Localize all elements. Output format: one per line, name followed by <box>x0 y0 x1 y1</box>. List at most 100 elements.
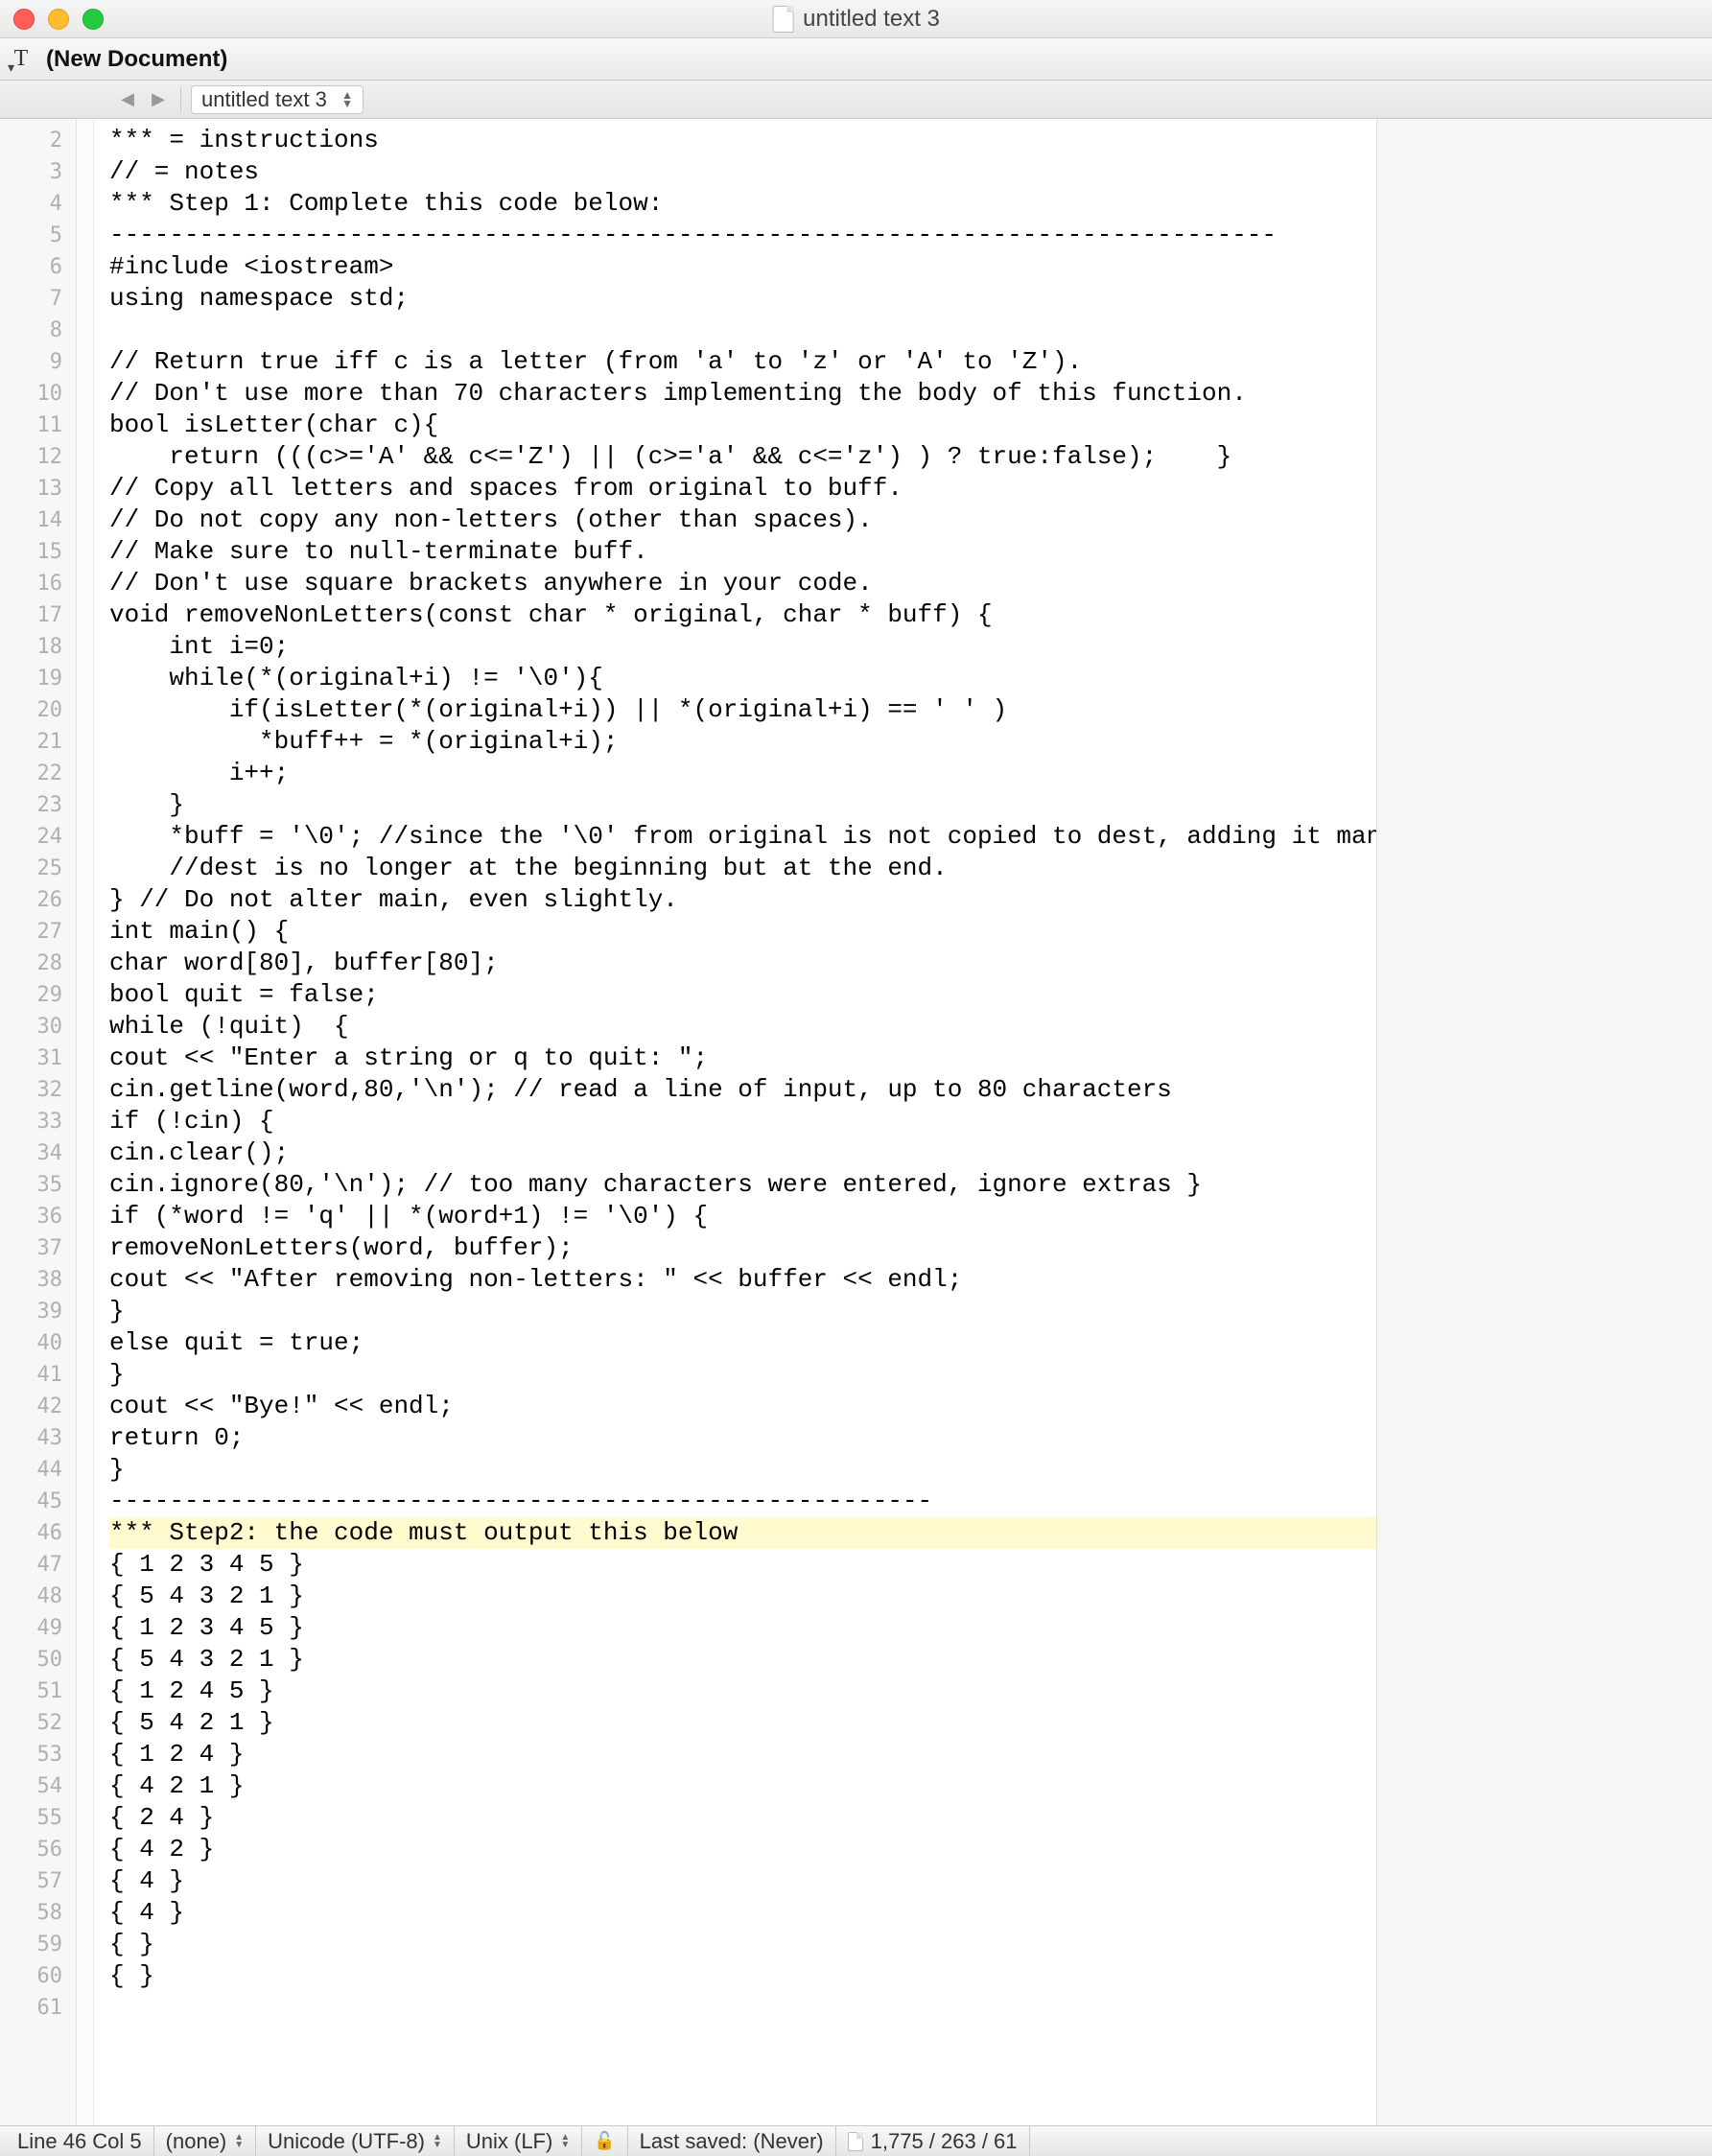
code-line[interactable]: } <box>109 1296 1376 1327</box>
code-line[interactable]: bool isLetter(char c){ <box>109 410 1376 441</box>
code-line[interactable]: { 1 2 3 4 5 } <box>109 1549 1376 1581</box>
code-line[interactable]: while(*(original+i) != '\0'){ <box>109 663 1376 694</box>
line-number: 5 <box>0 220 76 251</box>
code-line[interactable]: //dest is no longer at the beginning but… <box>109 853 1376 884</box>
code-line[interactable]: removeNonLetters(word, buffer); <box>109 1232 1376 1264</box>
line-number: 60 <box>0 1960 76 1992</box>
code-line[interactable]: int i=0; <box>109 631 1376 663</box>
code-line[interactable]: cout << "Bye!" << endl; <box>109 1391 1376 1422</box>
code-line[interactable]: ----------------------------------------… <box>109 220 1376 251</box>
line-number: 55 <box>0 1802 76 1834</box>
line-number: 16 <box>0 568 76 599</box>
code-line[interactable]: // Don't use more than 70 characters imp… <box>109 378 1376 410</box>
code-line[interactable]: return 0; <box>109 1422 1376 1454</box>
code-line[interactable]: // Make sure to null-terminate buff. <box>109 536 1376 568</box>
line-number: 48 <box>0 1581 76 1612</box>
code-line[interactable]: if (!cin) { <box>109 1106 1376 1137</box>
code-line[interactable]: cout << "After removing non-letters: " <… <box>109 1264 1376 1296</box>
code-line[interactable]: // = notes <box>109 156 1376 188</box>
code-line[interactable]: if (*word != 'q' || *(word+1) != '\0') { <box>109 1201 1376 1232</box>
code-line[interactable]: *buff++ = *(original+i); <box>109 726 1376 758</box>
code-line[interactable]: *buff = '\0'; //since the '\0' from orig… <box>109 821 1376 853</box>
divider <box>180 87 181 112</box>
code-line[interactable]: i++; <box>109 758 1376 789</box>
line-number: 54 <box>0 1770 76 1802</box>
line-number: 56 <box>0 1834 76 1865</box>
line-number: 7 <box>0 283 76 315</box>
code-line[interactable]: // Do not copy any non-letters (other th… <box>109 504 1376 536</box>
code-line[interactable]: { 4 2 } <box>109 1834 1376 1865</box>
encoding-select[interactable]: Unicode (UTF-8) ▲▼ <box>256 2126 455 2156</box>
line-number: 50 <box>0 1644 76 1676</box>
lock-toggle[interactable]: 🔓 <box>582 2126 627 2156</box>
code-line[interactable]: } // Do not alter main, even slightly. <box>109 884 1376 916</box>
tab-select-label: untitled text 3 <box>201 87 327 112</box>
code-line[interactable]: { } <box>109 1929 1376 1960</box>
code-line[interactable]: { 4 2 1 } <box>109 1770 1376 1802</box>
code-line[interactable] <box>109 1992 1376 2024</box>
code-line[interactable]: using namespace std; <box>109 283 1376 315</box>
code-line[interactable]: ----------------------------------------… <box>109 1486 1376 1517</box>
line-endings-select[interactable]: Unix (LF) ▲▼ <box>455 2126 582 2156</box>
code-line[interactable]: cout << "Enter a string or q to quit: "; <box>109 1043 1376 1074</box>
code-line[interactable]: void removeNonLetters(const char * origi… <box>109 599 1376 631</box>
last-saved: Last saved: (Never) <box>628 2126 836 2156</box>
code-line[interactable]: { 2 4 } <box>109 1802 1376 1834</box>
code-line[interactable]: } <box>109 1454 1376 1486</box>
code-line[interactable]: // Copy all letters and spaces from orig… <box>109 473 1376 504</box>
code-line[interactable]: } <box>109 1359 1376 1391</box>
code-line[interactable]: if(isLetter(*(original+i)) || *(original… <box>109 694 1376 726</box>
document-status-label: (New Document) <box>46 46 227 73</box>
last-saved-text: Last saved: (Never) <box>640 2129 824 2154</box>
encoding-label: Unicode (UTF-8) <box>268 2129 425 2154</box>
code-line[interactable]: while (!quit) { <box>109 1011 1376 1043</box>
code-line[interactable]: { 5 4 3 2 1 } <box>109 1644 1376 1676</box>
minimize-window-button[interactable] <box>48 9 69 30</box>
code-line[interactable]: { 1 2 4 5 } <box>109 1676 1376 1707</box>
code-line[interactable]: cin.clear(); <box>109 1137 1376 1169</box>
code-line[interactable]: { 4 } <box>109 1897 1376 1929</box>
code-line[interactable]: { 5 4 3 2 1 } <box>109 1581 1376 1612</box>
code-line[interactable]: *** Step 1: Complete this code below: <box>109 188 1376 220</box>
code-line[interactable]: bool quit = false; <box>109 979 1376 1011</box>
code-line[interactable]: else quit = true; <box>109 1327 1376 1359</box>
line-number: 26 <box>0 884 76 916</box>
code-line[interactable]: char word[80], buffer[80]; <box>109 948 1376 979</box>
code-line[interactable]: { 1 2 3 4 5 } <box>109 1612 1376 1644</box>
code-line[interactable]: *** Step2: the code must output this bel… <box>109 1517 1376 1549</box>
code-line[interactable]: { } <box>109 1960 1376 1992</box>
line-number: 30 <box>0 1011 76 1043</box>
line-number: 36 <box>0 1201 76 1232</box>
line-number: 47 <box>0 1549 76 1581</box>
code-line[interactable]: cin.ignore(80,'\n'); // too many charact… <box>109 1169 1376 1201</box>
nav-forward-button[interactable]: ▶ <box>146 87 171 112</box>
code-line[interactable]: // Return true iff c is a letter (from '… <box>109 346 1376 378</box>
text-tool-icon[interactable]: T▾ <box>8 46 35 73</box>
line-number: 41 <box>0 1359 76 1391</box>
code-line[interactable]: { 4 } <box>109 1865 1376 1897</box>
code-line[interactable]: int main() { <box>109 916 1376 948</box>
code-line[interactable]: #include <iostream> <box>109 251 1376 283</box>
line-number: 25 <box>0 853 76 884</box>
line-number: 37 <box>0 1232 76 1264</box>
code-line[interactable]: { 5 4 2 1 } <box>109 1707 1376 1739</box>
close-window-button[interactable] <box>13 9 35 30</box>
code-area[interactable]: *** = instructions// = notes*** Step 1: … <box>94 119 1376 2125</box>
code-line[interactable] <box>109 315 1376 346</box>
maximize-window-button[interactable] <box>82 9 104 30</box>
toolbar: T▾ (New Document) <box>0 38 1712 81</box>
code-line[interactable]: // Don't use square brackets anywhere in… <box>109 568 1376 599</box>
code-line[interactable]: return (((c>='A' && c<='Z') || (c>='a' &… <box>109 441 1376 473</box>
code-line[interactable]: *** = instructions <box>109 125 1376 156</box>
nav-back-button[interactable]: ◀ <box>115 87 140 112</box>
code-line[interactable]: cin.getline(word,80,'\n'); // read a lin… <box>109 1074 1376 1106</box>
document-tab-select[interactable]: untitled text 3 ▲▼ <box>191 85 364 114</box>
window-title: untitled text 3 <box>772 6 940 33</box>
stepper-icon: ▲▼ <box>433 2134 442 2149</box>
language-select[interactable]: (none) ▲▼ <box>154 2126 257 2156</box>
line-number: 8 <box>0 315 76 346</box>
stepper-icon: ▲▼ <box>560 2134 570 2149</box>
line-number: 6 <box>0 251 76 283</box>
code-line[interactable]: { 1 2 4 } <box>109 1739 1376 1770</box>
code-line[interactable]: } <box>109 789 1376 821</box>
